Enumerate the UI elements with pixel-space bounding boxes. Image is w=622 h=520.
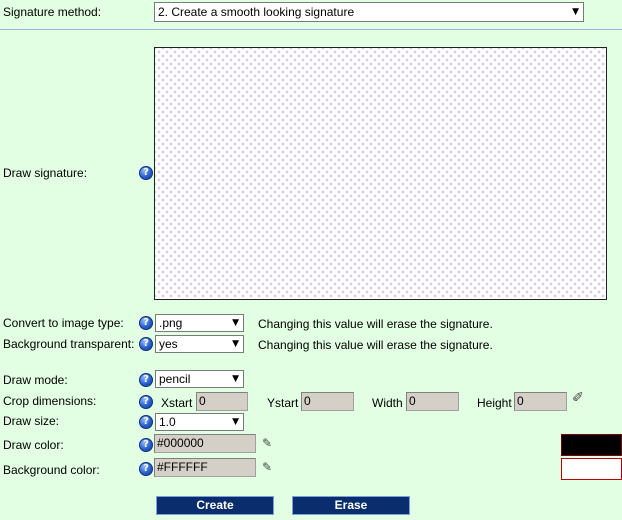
signature-method-value: 2. Create a smooth looking signature (158, 5, 355, 19)
chevron-down-icon: ▼ (232, 374, 239, 384)
background-color-input[interactable]: #FFFFFF (154, 458, 256, 477)
erase-button[interactable]: Erase (292, 496, 410, 515)
draw-size-select[interactable]: 1.0 ▼ (155, 413, 244, 431)
help-icon[interactable]: ? (139, 373, 153, 387)
draw-mode-label: Draw mode: (3, 373, 68, 387)
width-input[interactable]: 0 (406, 392, 459, 411)
height-input[interactable]: 0 (514, 392, 567, 411)
crop-dimensions-label: Crop dimensions: (3, 394, 97, 408)
help-icon[interactable]: ? (139, 415, 153, 429)
background-transparent-note: Changing this value will erase the signa… (258, 338, 493, 352)
draw-color-label: Draw color: (3, 438, 64, 452)
draw-color-input[interactable]: #000000 (154, 434, 256, 453)
xstart-input[interactable]: 0 (196, 392, 248, 411)
help-icon[interactable]: ? (139, 166, 153, 180)
image-type-value: .png (159, 316, 183, 330)
chevron-down-icon: ▼ (232, 339, 239, 349)
chevron-down-icon: ▼ (232, 417, 239, 427)
draw-size-value: 1.0 (159, 415, 176, 429)
color-picker-icon[interactable]: ✎ (262, 437, 274, 449)
help-icon[interactable]: ? (139, 395, 153, 409)
draw-mode-value: pencil (159, 372, 191, 386)
background-transparent-label: Background transparent: (3, 337, 135, 351)
divider (0, 29, 622, 30)
width-label: Width (372, 396, 403, 410)
draw-mode-select[interactable]: pencil ▼ (155, 370, 244, 388)
ystart-label: Ystart (267, 396, 299, 410)
color-picker-icon[interactable]: ✎ (262, 461, 274, 473)
create-button[interactable]: Create (156, 496, 274, 515)
image-type-note: Changing this value will erase the signa… (258, 317, 493, 331)
convert-image-type-label: Convert to image type: (3, 316, 124, 330)
crop-brush-icon[interactable]: ✐ (572, 391, 584, 405)
chevron-down-icon: ▼ (232, 318, 239, 328)
background-transparent-select[interactable]: yes ▼ (155, 335, 244, 353)
draw-signature-label: Draw signature: (3, 166, 88, 180)
ystart-input[interactable]: 0 (301, 392, 354, 411)
help-icon[interactable]: ? (139, 337, 153, 351)
help-icon[interactable]: ? (139, 462, 153, 476)
draw-color-swatch (561, 434, 622, 456)
signature-method-label: Signature method: (3, 5, 102, 19)
signature-canvas[interactable] (154, 47, 607, 300)
help-icon[interactable]: ? (139, 438, 153, 452)
chevron-down-icon: ▼ (572, 7, 579, 17)
height-label: Height (477, 396, 512, 410)
background-color-swatch (561, 458, 622, 480)
image-type-select[interactable]: .png ▼ (155, 314, 244, 332)
xstart-label: Xstart (161, 396, 193, 410)
background-transparent-value: yes (159, 337, 178, 351)
draw-size-label: Draw size: (3, 414, 60, 428)
help-icon[interactable]: ? (139, 316, 153, 330)
background-color-label: Background color: (3, 463, 100, 477)
signature-method-select[interactable]: 2. Create a smooth looking signature ▼ (154, 2, 584, 22)
